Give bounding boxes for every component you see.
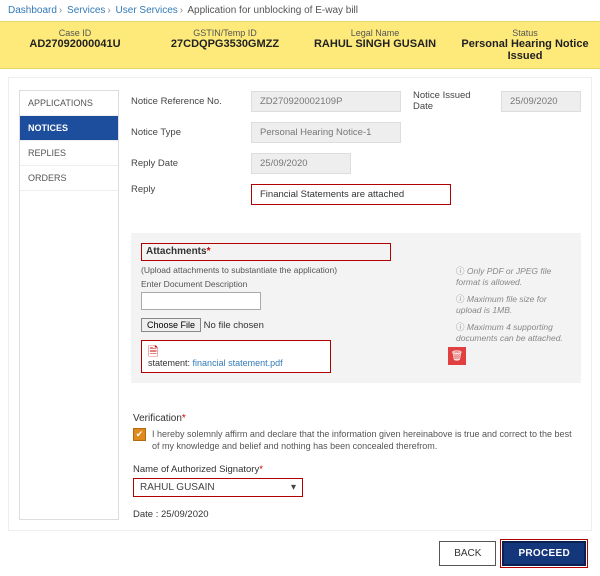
tab-applications[interactable]: APPLICATIONS [20,91,118,116]
hdr-gstin-label: GSTIN/Temp ID [154,28,296,38]
notice-type-value: Personal Hearing Notice-1 [251,122,401,143]
crumb-dashboard[interactable]: Dashboard [8,5,57,16]
reply-text[interactable]: Financial Statements are attached [251,184,451,205]
trash-icon: 🗑 [451,351,464,362]
reply-date-label: Reply Date [131,158,241,169]
crumb-user-services[interactable]: User Services [116,5,178,16]
attached-file-item: 🗎 statement: financial statement.pdf [141,340,331,373]
attachments-section: Attachments* (Upload attachments to subs… [131,233,581,383]
delete-attachment-button[interactable]: 🗑 [448,347,466,365]
choose-file-button[interactable]: Choose File [141,318,201,332]
hdr-caseid-label: Case ID [4,28,146,38]
tab-notices[interactable]: NOTICES [20,116,118,141]
sidebar: APPLICATIONS NOTICES REPLIES ORDERS [19,90,119,520]
attachment-hints: Only PDF or JPEG file format is allowed.… [456,265,571,349]
hdr-status-value: Personal Hearing Notice Issued [454,38,596,62]
reply-label: Reply [131,184,241,195]
notice-ref-value: ZD270920002109P [251,91,401,112]
hdr-status-label: Status [454,28,596,38]
desc-input[interactable] [141,292,261,310]
signatory-label: Name of Authorized Signatory* [133,464,579,475]
reply-date-value: 25/09/2020 [251,153,351,174]
notice-ref-label: Notice Reference No. [131,96,241,107]
back-button[interactable]: BACK [439,541,496,566]
tab-orders[interactable]: ORDERS [20,166,118,191]
hdr-gstin-value: 27CDQPG3530GMZZ [154,38,296,50]
issued-date-value: 25/09/2020 [501,91,581,112]
declaration-text: I hereby solemnly affirm and declare tha… [152,428,579,452]
crumb-services[interactable]: Services [67,5,105,16]
crumb-current: Application for unblocking of E-way bill [187,5,358,16]
signatory-select[interactable]: RAHUL GUSAIN ▾ [133,478,303,497]
hdr-caseid-value: AD27092000041U [4,38,146,50]
notice-type-label: Notice Type [131,127,241,138]
tab-replies[interactable]: REPLIES [20,141,118,166]
no-file-text: No file chosen [204,320,264,331]
case-header: Case ID AD27092000041U GSTIN/Temp ID 27C… [0,21,600,69]
attached-file-link[interactable]: financial statement.pdf [193,358,283,368]
issued-date-label: Notice Issued Date [413,90,493,112]
hdr-legalname-label: Legal Name [304,28,446,38]
verification-title: Verification* [133,413,579,424]
verification-date: Date : 25/09/2020 [133,509,579,520]
chevron-down-icon: ▾ [291,482,296,493]
breadcrumb: Dashboard› Services› User Services› Appl… [0,0,600,21]
proceed-button[interactable]: PROCEED [502,541,586,566]
attachments-title: Attachments* [141,243,391,261]
declaration-checkbox[interactable]: ✔ [133,428,146,441]
hdr-legalname-value: RAHUL SINGH GUSAIN [304,38,446,50]
pdf-icon: 🗎 [148,345,324,358]
